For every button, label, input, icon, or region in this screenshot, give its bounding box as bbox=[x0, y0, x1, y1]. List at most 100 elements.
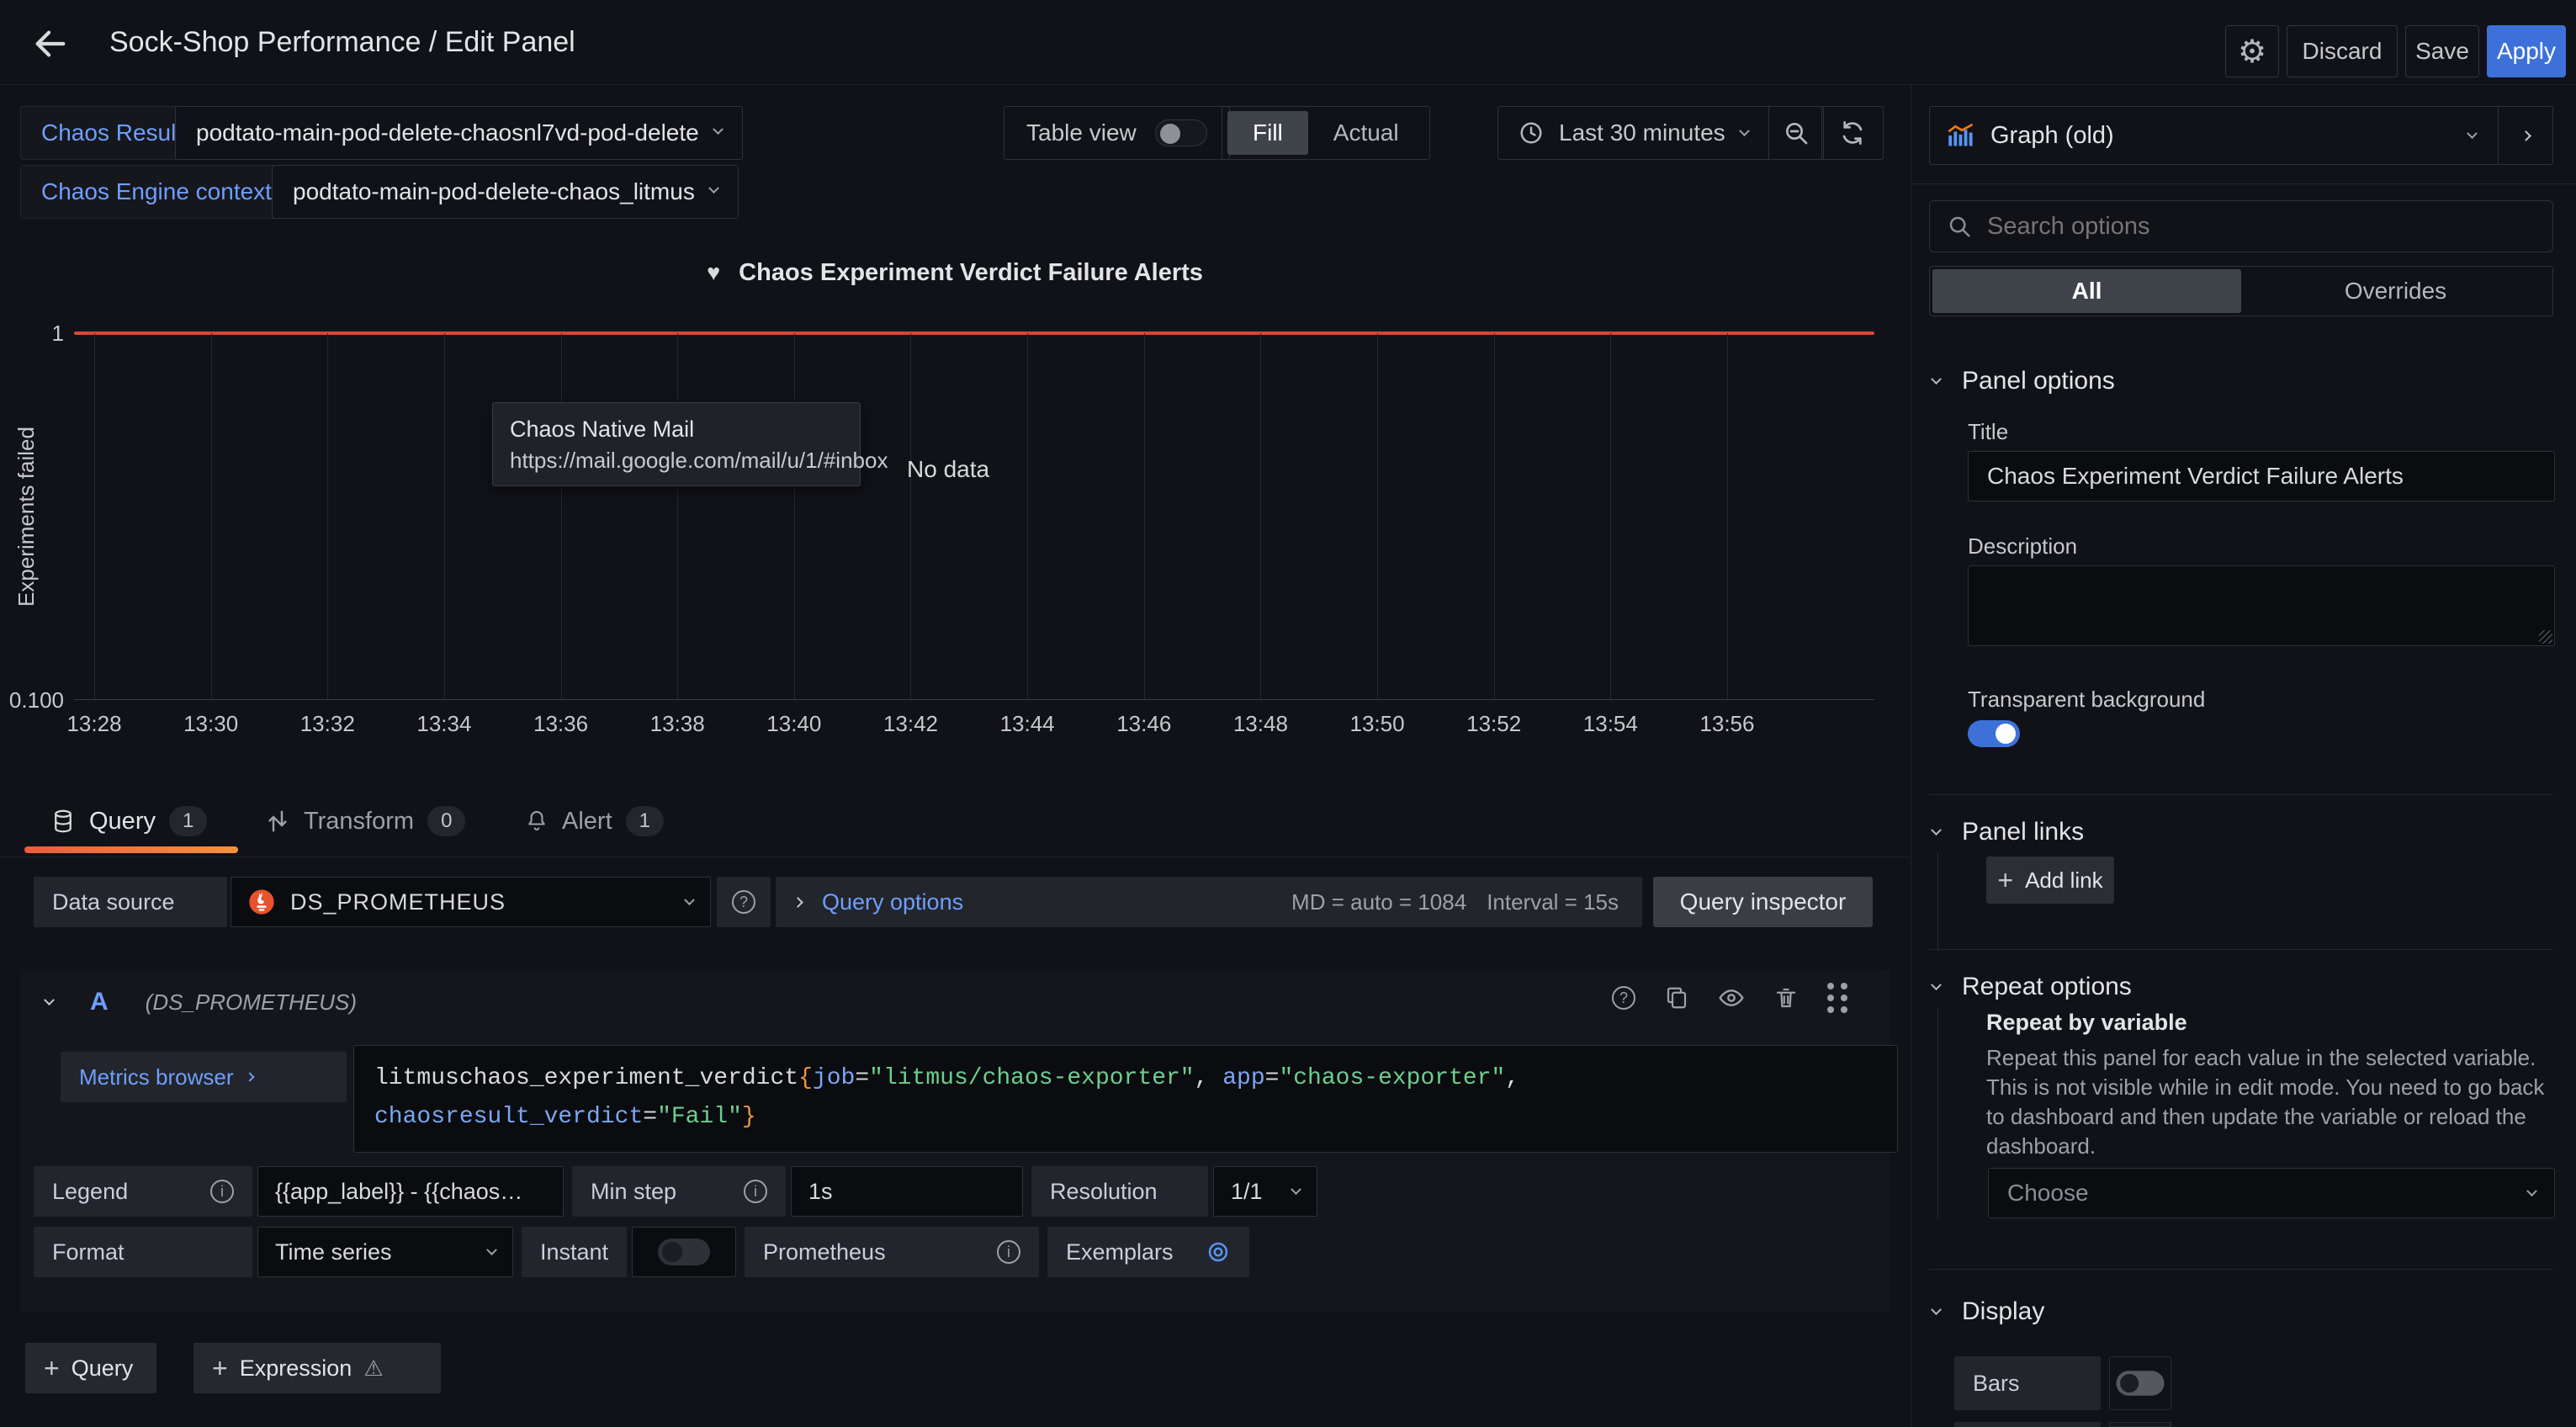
bars-toggle[interactable] bbox=[2116, 1371, 2164, 1395]
duplicate-icon[interactable] bbox=[1664, 985, 1689, 1011]
add-expression-button[interactable]: Expression bbox=[193, 1343, 441, 1393]
x-axis-tick-label: 13:28 bbox=[66, 711, 121, 737]
info-icon: i bbox=[744, 1180, 767, 1203]
panel-title: Chaos Experiment Verdict Failure Alerts bbox=[0, 259, 1910, 287]
variable-chaos-engine-value: podtato-main-pod-delete-chaos_litmus bbox=[293, 178, 695, 205]
chart-gridline bbox=[1377, 333, 1378, 699]
legend-input[interactable]: {{app_label}} - {{chaos… bbox=[257, 1166, 564, 1217]
chevron-down-icon bbox=[713, 124, 724, 135]
exemplars-control[interactable]: Exemplars bbox=[1047, 1227, 1249, 1277]
prometheus-type-label: Prometheusi bbox=[745, 1227, 1039, 1277]
chart-gridline bbox=[211, 333, 212, 699]
variable-chaos-result-dropdown[interactable]: podtato-main-pod-delete-chaosnl7vd-pod-d… bbox=[175, 106, 743, 160]
add-link-button[interactable]: Add link bbox=[1986, 857, 2114, 904]
fill-actual-switch: Fill Actual bbox=[1222, 106, 1430, 160]
tab-overrides[interactable]: Overrides bbox=[2241, 269, 2550, 313]
collapse-pane-button[interactable] bbox=[2499, 107, 2552, 164]
variable-chaos-result-value: podtato-main-pod-delete-chaosnl7vd-pod-d… bbox=[196, 119, 699, 146]
save-button[interactable]: Save bbox=[2405, 25, 2479, 77]
section-guide-line bbox=[1937, 1008, 1938, 1218]
viz-picker[interactable]: Graph (old) bbox=[1929, 106, 2553, 165]
transform-icon bbox=[265, 809, 290, 834]
fill-button[interactable]: Fill bbox=[1227, 111, 1308, 155]
query-options-bar[interactable]: Query options MD = auto = 1084 Interval … bbox=[776, 877, 1642, 927]
datasource-value: DS_PROMETHEUS bbox=[290, 889, 506, 915]
description-textarea[interactable] bbox=[1985, 575, 2537, 637]
min-step-label: Min stepi bbox=[572, 1166, 786, 1217]
chevron-right-icon bbox=[792, 897, 803, 908]
query-inspector-button[interactable]: Query inspector bbox=[1653, 877, 1873, 927]
query-options-label: Query options bbox=[822, 889, 963, 915]
resolution-select[interactable]: 1/1 bbox=[1213, 1166, 1317, 1217]
section-divider bbox=[1929, 949, 2553, 950]
resize-handle[interactable] bbox=[2539, 630, 2552, 644]
panel-settings-button[interactable] bbox=[2225, 25, 2279, 77]
repeat-variable-select[interactable]: Choose bbox=[1988, 1168, 2555, 1218]
time-controls: Last 30 minutes bbox=[1497, 106, 1824, 160]
instant-toggle[interactable] bbox=[658, 1239, 710, 1265]
tab-query-label: Query bbox=[89, 808, 156, 836]
time-range-picker[interactable]: Last 30 minutes bbox=[1498, 107, 1768, 159]
page-title: Sock-Shop Performance / Edit Panel bbox=[109, 0, 575, 84]
chevron-down-icon bbox=[1931, 1304, 1942, 1315]
display-header[interactable]: Display bbox=[1932, 1297, 2044, 1326]
tab-query[interactable]: Query 1 bbox=[50, 806, 207, 836]
x-axis-tick-label: 13:42 bbox=[883, 711, 938, 737]
tab-alert[interactable]: Alert 1 bbox=[525, 806, 664, 836]
tab-transform[interactable]: Transform 0 bbox=[265, 806, 465, 836]
repeat-options-header[interactable]: Repeat options bbox=[1932, 973, 2132, 1001]
apply-button[interactable]: Apply bbox=[2487, 25, 2566, 77]
tab-all[interactable]: All bbox=[1932, 269, 2241, 313]
x-axis-tick-label: 13:50 bbox=[1349, 711, 1404, 737]
datasource-select[interactable]: DS_PROMETHEUS bbox=[231, 877, 711, 927]
x-axis-tick-label: 13:56 bbox=[1699, 711, 1754, 737]
panel-links-header[interactable]: Panel links bbox=[1932, 818, 2084, 846]
options-search-input[interactable] bbox=[1985, 212, 2536, 241]
query-ref-id: A bbox=[90, 988, 109, 1016]
zoom-out-button[interactable] bbox=[1769, 107, 1823, 159]
variable-chaos-engine-dropdown[interactable]: podtato-main-pod-delete-chaos_litmus bbox=[272, 165, 739, 219]
discard-button[interactable]: Discard bbox=[2287, 25, 2398, 77]
description-label: Description bbox=[1968, 533, 2077, 560]
chevron-down-icon bbox=[1291, 1184, 1301, 1195]
gear-icon bbox=[2238, 33, 2266, 71]
actual-button[interactable]: Actual bbox=[1308, 111, 1424, 155]
transparent-bg-toggle[interactable] bbox=[1968, 720, 2020, 747]
min-step-input[interactable]: 1s bbox=[791, 1166, 1023, 1217]
options-tab-bar: All Overrides bbox=[1929, 266, 2553, 316]
collapse-icon[interactable] bbox=[44, 995, 55, 1005]
trash-icon[interactable] bbox=[1773, 985, 1799, 1011]
tab-alert-count: 1 bbox=[626, 806, 664, 836]
options-search[interactable] bbox=[1929, 200, 2553, 252]
instant-toggle-box bbox=[632, 1227, 736, 1277]
x-axis-tick-label: 13:54 bbox=[1583, 711, 1638, 737]
metrics-browser-button[interactable]: Metrics browser bbox=[61, 1052, 347, 1102]
chart-gridline bbox=[327, 333, 328, 699]
panel-title-input[interactable] bbox=[1985, 462, 2537, 491]
chevron-down-icon bbox=[1931, 979, 1942, 990]
viz-picker-label: Graph (old) bbox=[1990, 122, 2114, 150]
table-view-control: Table view bbox=[1004, 106, 1230, 160]
section-guide-line bbox=[1937, 853, 1938, 951]
refresh-button[interactable] bbox=[1821, 106, 1884, 160]
promql-code-editor[interactable]: litmuschaos_experiment_verdict{job="litm… bbox=[353, 1045, 1898, 1153]
panel-title-field[interactable] bbox=[1968, 451, 2555, 501]
description-field[interactable] bbox=[1968, 565, 2555, 646]
query-row-header[interactable]: A (DS_PROMETHEUS) bbox=[45, 988, 357, 1016]
add-query-button[interactable]: Query bbox=[25, 1343, 156, 1393]
x-axis-tick-label: 13:30 bbox=[183, 711, 238, 737]
exemplars-label: Exemplars bbox=[1066, 1239, 1174, 1265]
panel-options-header[interactable]: Panel options bbox=[1932, 367, 2115, 395]
drag-handle-icon[interactable] bbox=[1827, 983, 1834, 989]
clock-icon bbox=[1519, 120, 1544, 146]
eye-icon[interactable] bbox=[1718, 984, 1745, 1011]
format-select[interactable]: Time series bbox=[257, 1227, 513, 1277]
query-help-icon[interactable]: ? bbox=[1612, 986, 1635, 1010]
chart-tooltip: Chaos Native Mail https://mail.google.co… bbox=[492, 402, 861, 486]
table-view-toggle[interactable] bbox=[1155, 119, 1207, 146]
chart-plot[interactable]: 13:2813:3013:3213:3413:3613:3813:4013:42… bbox=[74, 333, 1874, 700]
back-button[interactable] bbox=[29, 22, 72, 66]
title-label: Title bbox=[1968, 419, 2008, 445]
datasource-help-button[interactable]: ? bbox=[717, 877, 771, 927]
x-axis-tick-label: 13:36 bbox=[533, 711, 588, 737]
